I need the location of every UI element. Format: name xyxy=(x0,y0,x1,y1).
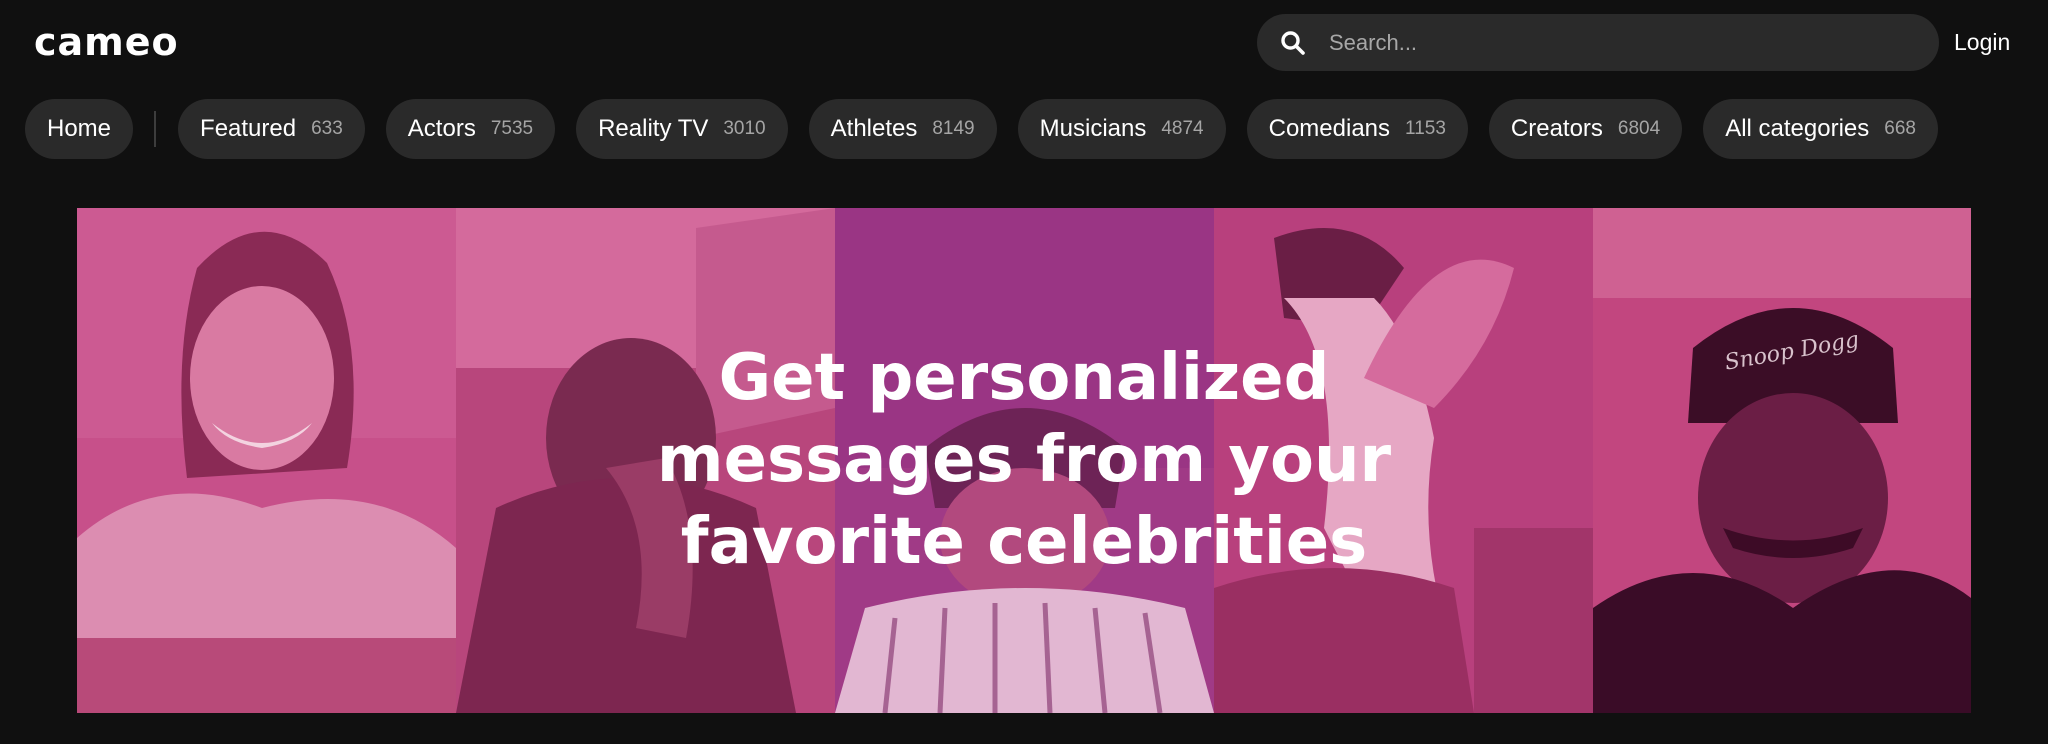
celebrity-photo-5: Snoop Dogg xyxy=(1593,208,1971,713)
category-count: 8149 xyxy=(932,118,975,139)
category-label: Musicians xyxy=(1039,115,1147,142)
category-nav: Home Featured 633 Actors 7535 Reality TV… xyxy=(25,99,1959,159)
hero-banner[interactable]: Snoop Dogg Get personalized messages fro… xyxy=(77,208,1971,713)
category-label: Featured xyxy=(200,115,297,142)
category-comedians[interactable]: Comedians 1153 xyxy=(1246,99,1468,159)
category-count: 4874 xyxy=(1161,118,1204,139)
header: cameo Login xyxy=(0,0,2048,84)
category-creators[interactable]: Creators 6804 xyxy=(1488,99,1683,159)
category-athletes[interactable]: Athletes 8149 xyxy=(808,99,997,159)
category-actors[interactable]: Actors 7535 xyxy=(385,99,556,159)
category-featured[interactable]: Featured 633 xyxy=(178,99,365,159)
category-count: 3010 xyxy=(723,118,766,139)
category-label: Comedians xyxy=(1268,115,1391,142)
search-bar[interactable] xyxy=(1257,14,1939,71)
category-home[interactable]: Home xyxy=(25,99,134,159)
celebrity-photo-4 xyxy=(1214,208,1593,713)
celebrity-photo-1 xyxy=(77,208,456,713)
category-all[interactable]: All categories 668 xyxy=(1703,99,1938,159)
category-label: Athletes xyxy=(830,115,918,142)
search-icon[interactable] xyxy=(1279,29,1307,57)
category-label: All categories xyxy=(1725,115,1870,142)
cameo-logo[interactable]: cameo xyxy=(34,18,179,66)
category-count: 1153 xyxy=(1405,118,1446,139)
category-count: 6804 xyxy=(1617,118,1661,139)
category-count: 668 xyxy=(1884,118,1916,139)
celebrity-photo-3 xyxy=(835,208,1214,713)
celebrity-photo-2 xyxy=(456,208,835,713)
category-musicians[interactable]: Musicians 4874 xyxy=(1017,99,1226,159)
category-divider xyxy=(154,111,157,147)
category-label: Reality TV xyxy=(598,115,709,142)
category-count: 633 xyxy=(311,118,343,139)
page: cameo Login Home Featured 633 Actors 753… xyxy=(0,0,2048,744)
category-label: Home xyxy=(47,115,112,142)
category-count: 7535 xyxy=(490,118,534,139)
category-label: Actors xyxy=(407,115,476,142)
login-link[interactable]: Login xyxy=(1954,22,2010,62)
category-reality-tv[interactable]: Reality TV 3010 xyxy=(576,99,788,159)
search-input[interactable] xyxy=(1329,22,1939,63)
category-label: Creators xyxy=(1510,115,1603,142)
